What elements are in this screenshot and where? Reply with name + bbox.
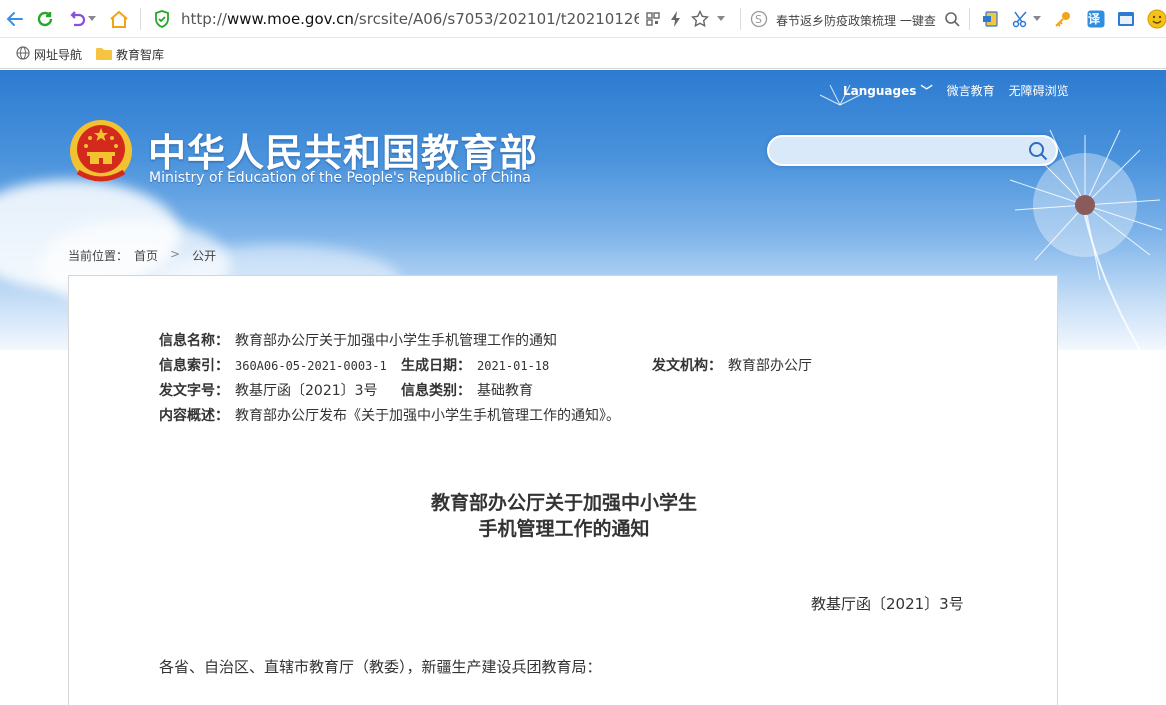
breadcrumb-current[interactable]: 公开	[192, 247, 216, 264]
info-date-value: 2021-01-18	[477, 359, 550, 373]
globe-icon	[16, 46, 30, 63]
info-name-label: 信息名称：	[159, 333, 229, 349]
search-icon[interactable]	[944, 11, 960, 31]
bookmark-label: 网址导航	[34, 48, 83, 62]
document-title-line2: 手机管理工作的通知	[478, 518, 650, 540]
star-icon[interactable]	[689, 8, 711, 30]
info-docnum-row: 发文字号： 教基厅函〔2021〕3号	[159, 380, 378, 400]
translate-label: 译	[1088, 12, 1101, 26]
svg-text:S: S	[755, 13, 762, 26]
toolbar-divider	[969, 8, 970, 30]
folder-icon	[96, 47, 112, 63]
info-date-label: 生成日期：	[401, 358, 471, 374]
site-title-cn[interactable]: 中华人民共和国教育部	[148, 122, 538, 177]
languages-label: Languages	[843, 84, 917, 98]
info-name-value: 教育部办公厅关于加强中小学生手机管理工作的通知	[235, 333, 557, 349]
search-icon[interactable]	[1028, 141, 1048, 165]
breadcrumb-separator: >	[170, 247, 181, 261]
browser-search-text: 春节返乡防疫政策梳理 一键查	[776, 14, 936, 28]
scissors-icon[interactable]	[1010, 8, 1032, 30]
bookmark-edu-think-tank[interactable]: 教育智库	[96, 46, 164, 63]
undo-dropdown-icon[interactable]	[86, 8, 98, 30]
info-summary-label: 内容概述：	[159, 408, 229, 424]
address-bar[interactable]: http://www.moe.gov.cn/srcsite/A06/s7053/…	[181, 10, 639, 28]
languages-link[interactable]: Languages ﹀	[843, 82, 933, 99]
smiley-icon[interactable]	[1146, 8, 1166, 30]
document-title-line1: 教育部办公厅关于加强中小学生	[430, 492, 697, 514]
bookmarks-bar: 网址导航 教育智库	[0, 38, 1166, 69]
site-search-box	[767, 135, 1058, 166]
info-category-label: 信息类别：	[401, 383, 471, 399]
info-name-row: 信息名称： 教育部办公厅关于加强中小学生手机管理工作的通知	[159, 330, 557, 350]
info-summary-row: 内容概述： 教育部办公厅发布《关于加强中小学生手机管理工作的通知》。	[159, 405, 620, 425]
breadcrumb-home[interactable]: 首页	[134, 247, 158, 264]
qr-code-icon[interactable]	[642, 8, 664, 30]
site-search-input[interactable]	[781, 141, 1021, 161]
breadcrumb-label: 当前位置：	[68, 249, 129, 263]
content-panel: 信息名称： 教育部办公厅关于加强中小学生手机管理工作的通知 信息索引： 360A06…	[68, 275, 1058, 705]
national-emblem-icon	[70, 120, 132, 182]
url-domain: www.moe.gov.cn	[226, 10, 354, 28]
weibo-link[interactable]: 微言教育	[947, 82, 995, 99]
document-number: 教基厅函〔2021〕3号	[811, 595, 964, 613]
header-links: Languages ﹀ 微言教育 无障碍浏览	[843, 82, 1069, 99]
clipboard-ext-icon[interactable]	[980, 8, 1002, 30]
browser-search-box[interactable]: S 春节返乡防疫政策梳理 一键查	[746, 6, 966, 32]
info-summary-value: 教育部办公厅发布《关于加强中小学生手机管理工作的通知》。	[235, 408, 620, 424]
info-agency-value: 教育部办公厅	[728, 358, 812, 374]
toolbar-divider	[140, 8, 141, 30]
key-icon[interactable]	[1052, 8, 1074, 30]
info-agency-row: 发文机构： 教育部办公厅	[652, 355, 812, 375]
undo-icon[interactable]	[66, 8, 88, 30]
sogou-search-icon: S	[750, 10, 768, 32]
bookmark-label: 教育智库	[116, 48, 165, 62]
info-docnum-label: 发文字号：	[159, 383, 229, 399]
accessibility-link[interactable]: 无障碍浏览	[1009, 82, 1069, 99]
breadcrumb: 当前位置： 首页 > 公开	[68, 247, 216, 264]
lightning-icon[interactable]	[665, 8, 687, 30]
url-path: /srcsite/A06/s7053/202101/t20210126_5111…	[353, 10, 639, 28]
info-index-label: 信息索引：	[159, 358, 229, 374]
star-dropdown-icon[interactable]	[714, 8, 728, 30]
chevron-down-icon: ﹀	[920, 84, 933, 98]
info-date-row: 生成日期： 2021-01-18	[401, 355, 549, 375]
secure-shield-icon[interactable]	[151, 8, 173, 30]
browser-toolbar: http://www.moe.gov.cn/srcsite/A06/s7053/…	[0, 0, 1166, 38]
web-page: Languages ﹀ 微言教育 无障碍浏览 中华人民共和国教育部 Minist…	[0, 70, 1166, 705]
scissors-dropdown-icon[interactable]	[1031, 8, 1043, 30]
info-docnum-value: 教基厅函〔2021〕3号	[235, 383, 378, 399]
back-icon[interactable]	[4, 8, 26, 30]
window-icon[interactable]	[1115, 8, 1137, 30]
info-category-value: 基础教育	[477, 383, 533, 399]
info-index-row: 信息索引： 360A06-05-2021-0003-1	[159, 355, 387, 375]
refresh-icon[interactable]	[34, 8, 56, 30]
info-category-row: 信息类别： 基础教育	[401, 380, 533, 400]
site-title-en: Ministry of Education of the People's Re…	[149, 170, 531, 186]
document-addressee: 各省、自治区、直辖市教育厅（教委），新疆生产建设兵团教育局：	[159, 658, 602, 676]
document-title: 教育部办公厅关于加强中小学生 手机管理工作的通知	[69, 490, 1059, 542]
toolbar-divider	[740, 8, 741, 30]
url-prefix: http://	[181, 10, 227, 28]
home-icon[interactable]	[108, 8, 130, 30]
translate-icon[interactable]: 译	[1085, 8, 1107, 30]
bookmark-site-nav[interactable]: 网址导航	[16, 46, 82, 63]
info-agency-label: 发文机构：	[652, 358, 722, 374]
info-index-value: 360A06-05-2021-0003-1	[235, 359, 387, 373]
